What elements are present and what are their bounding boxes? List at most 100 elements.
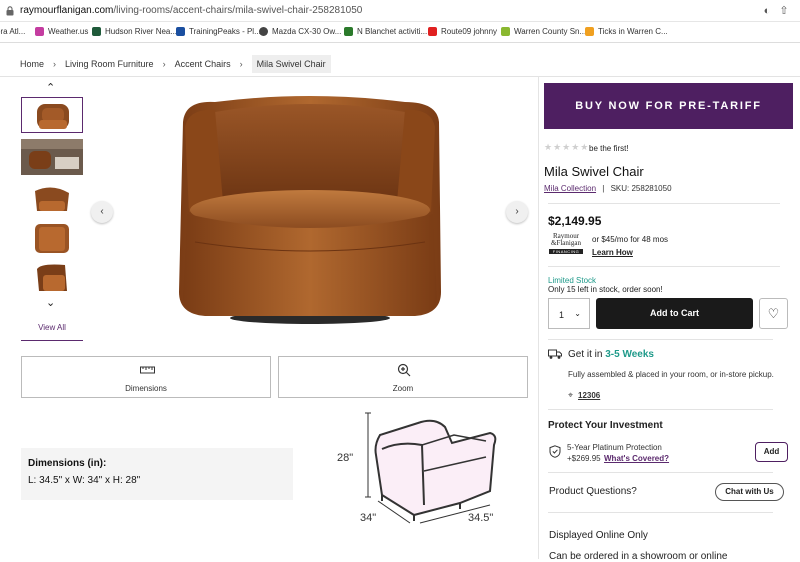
stock-status: Limited Stock [548, 276, 597, 285]
promo-banner[interactable]: BUY NOW FOR PRE-TARIFF PRICING [544, 83, 793, 158]
divider [548, 266, 780, 267]
next-image-button[interactable]: › [506, 201, 528, 223]
divider [548, 472, 773, 473]
height-label: 28" [337, 452, 354, 464]
bookmark-item[interactable]: Warren County Sn... [501, 27, 586, 36]
thumbnail-4[interactable] [21, 221, 83, 257]
breadcrumb-living-room[interactable]: Living Room Furniture [65, 59, 154, 69]
chat-button[interactable]: Chat with Us [715, 483, 784, 501]
youtube-icon [428, 27, 437, 36]
availability-note: Can be ordered in a showroom or online [549, 551, 728, 562]
width-label: 34" [360, 512, 377, 524]
extension-icon[interactable]: ◐ [760, 4, 774, 18]
dimensions-value: L: 34.5" x W: 34" x H: 28" [28, 475, 141, 486]
view-all-underline [21, 340, 83, 341]
bookmark-favicon-icon [585, 27, 594, 36]
bookmark-favicon-icon [176, 27, 185, 36]
whats-covered-link[interactable]: What's Covered? [604, 454, 669, 463]
learn-how-link[interactable]: Learn How [592, 248, 633, 257]
price: $2,149.95 [548, 214, 602, 228]
meta-separator: | [602, 184, 605, 193]
add-protection-button[interactable]: Add [755, 442, 788, 462]
financing-logo-bottom: &Flanigan [551, 239, 581, 247]
bookmark-item[interactable]: TrainingPeaks - Pl... [176, 27, 261, 36]
dimensions-title: Dimensions (in): [28, 458, 107, 469]
zoom-button[interactable]: Zoom [278, 356, 528, 398]
bookmark-favicon-icon [501, 27, 510, 36]
collection-link[interactable]: Mila Collection [544, 184, 596, 193]
dimensions-panel: Dimensions (in): L: 34.5" x W: 34" x H: … [21, 448, 293, 500]
breadcrumb-accent-chairs[interactable]: Accent Chairs [175, 59, 231, 69]
thumbnail-5[interactable] [21, 261, 83, 297]
thumbnail-2[interactable] [21, 139, 83, 175]
view-all-link[interactable]: View All [21, 323, 83, 332]
prev-image-button[interactable]: ‹ [91, 201, 113, 223]
thumbnail-1[interactable] [21, 97, 83, 133]
bookmark-item[interactable]: Hudson River Nea... [92, 27, 177, 36]
breadcrumb-home[interactable]: Home [20, 59, 44, 69]
chevron-up-icon[interactable]: ⌃ [46, 81, 55, 94]
depth-label: 34.5" [468, 512, 494, 524]
chevron-down-icon[interactable]: ⌄ [46, 296, 55, 309]
divider [0, 76, 800, 77]
protection-price: +$269.95 [567, 454, 601, 463]
lock-icon [6, 6, 14, 16]
bookmark-item[interactable]: Weather.us [35, 27, 88, 36]
product-questions-label: Product Questions? [549, 486, 637, 497]
truck-icon [548, 349, 562, 359]
chevron-right-icon: › [239, 59, 243, 69]
thumbnail-3[interactable] [21, 181, 83, 217]
bookmark-item[interactable]: Ticks in Warren C... [585, 27, 668, 36]
stock-detail: Only 15 left in stock, order soon! [548, 285, 663, 294]
divider [548, 339, 773, 340]
delivery-prefix: Get it in [568, 349, 606, 360]
protection-plan: 5-Year Platinum Protection [567, 443, 662, 452]
bookmark-favicon-icon [344, 27, 353, 36]
breadcrumb: Home › Living Room Furniture › Accent Ch… [20, 54, 331, 74]
monthly-payment: or $45/mo for 48 mos [592, 235, 669, 244]
chevron-right-icon: › [162, 59, 166, 69]
quantity-value: 1 [559, 310, 565, 320]
delivery-detail: Fully assembled & placed in your room, o… [568, 370, 774, 379]
address-bar[interactable]: raymourflanigan.com/living-rooms/accent-… [0, 0, 800, 22]
url-text: raymourflanigan.com/living-rooms/accent-… [20, 5, 363, 16]
bookmark-favicon-icon [92, 27, 101, 36]
zip-code-link[interactable]: 12306 [578, 391, 600, 400]
bookmarks-bar: ora Atl... Weather.us Hudson River Nea..… [0, 22, 800, 43]
product-title: Mila Swivel Chair [544, 164, 644, 179]
heart-icon[interactable]: ♡ [759, 298, 788, 329]
bookmark-item[interactable]: Mazda CX-30 Ow... [259, 27, 341, 36]
bookmark-favicon-icon [35, 27, 44, 36]
divider [548, 512, 773, 513]
zoom-in-icon [397, 363, 411, 377]
availability-title: Displayed Online Only [549, 530, 648, 541]
delivery-weeks: 3-5 Weeks [605, 349, 654, 360]
divider [548, 409, 773, 410]
zoom-label: Zoom [392, 384, 414, 393]
chevron-right-icon: › [53, 59, 57, 69]
divider [548, 203, 780, 204]
rating-stars-icon[interactable]: ★★★★★ [544, 142, 589, 153]
dimensions-button[interactable]: Dimensions [21, 356, 271, 398]
delivery-estimate: Get it in 3-5 Weeks [568, 349, 654, 360]
quantity-select[interactable]: 1 ⌄ [548, 298, 590, 329]
panel-divider [538, 76, 539, 559]
chevron-down-icon: ⌄ [574, 309, 581, 318]
dimensions-label: Dimensions [125, 384, 167, 393]
bookmark-item[interactable]: ora Atl... [0, 27, 25, 36]
bookmark-item[interactable]: N Blanchet activiti... [344, 27, 427, 36]
ruler-icon [140, 366, 155, 374]
rating-text[interactable]: be the first! [589, 144, 629, 153]
financing-logo: Raymour &Flanigan FINANCING [549, 233, 583, 257]
product-image [179, 96, 441, 324]
breadcrumb-current: Mila Swivel Chair [251, 55, 331, 73]
bookmark-favicon-icon [259, 27, 268, 36]
share-icon[interactable]: ⇧ [777, 4, 791, 18]
bookmark-item[interactable]: Route09 johnny [428, 27, 497, 36]
location-pin-icon: ⌖ [568, 390, 574, 400]
shield-icon [549, 445, 561, 458]
product-meta: Mila Collection | SKU: 258281050 [544, 184, 672, 193]
sku: SKU: 258281050 [610, 184, 672, 193]
protection-title: Protect Your Investment [548, 420, 663, 431]
add-to-cart-button[interactable]: Add to Cart [596, 298, 753, 329]
